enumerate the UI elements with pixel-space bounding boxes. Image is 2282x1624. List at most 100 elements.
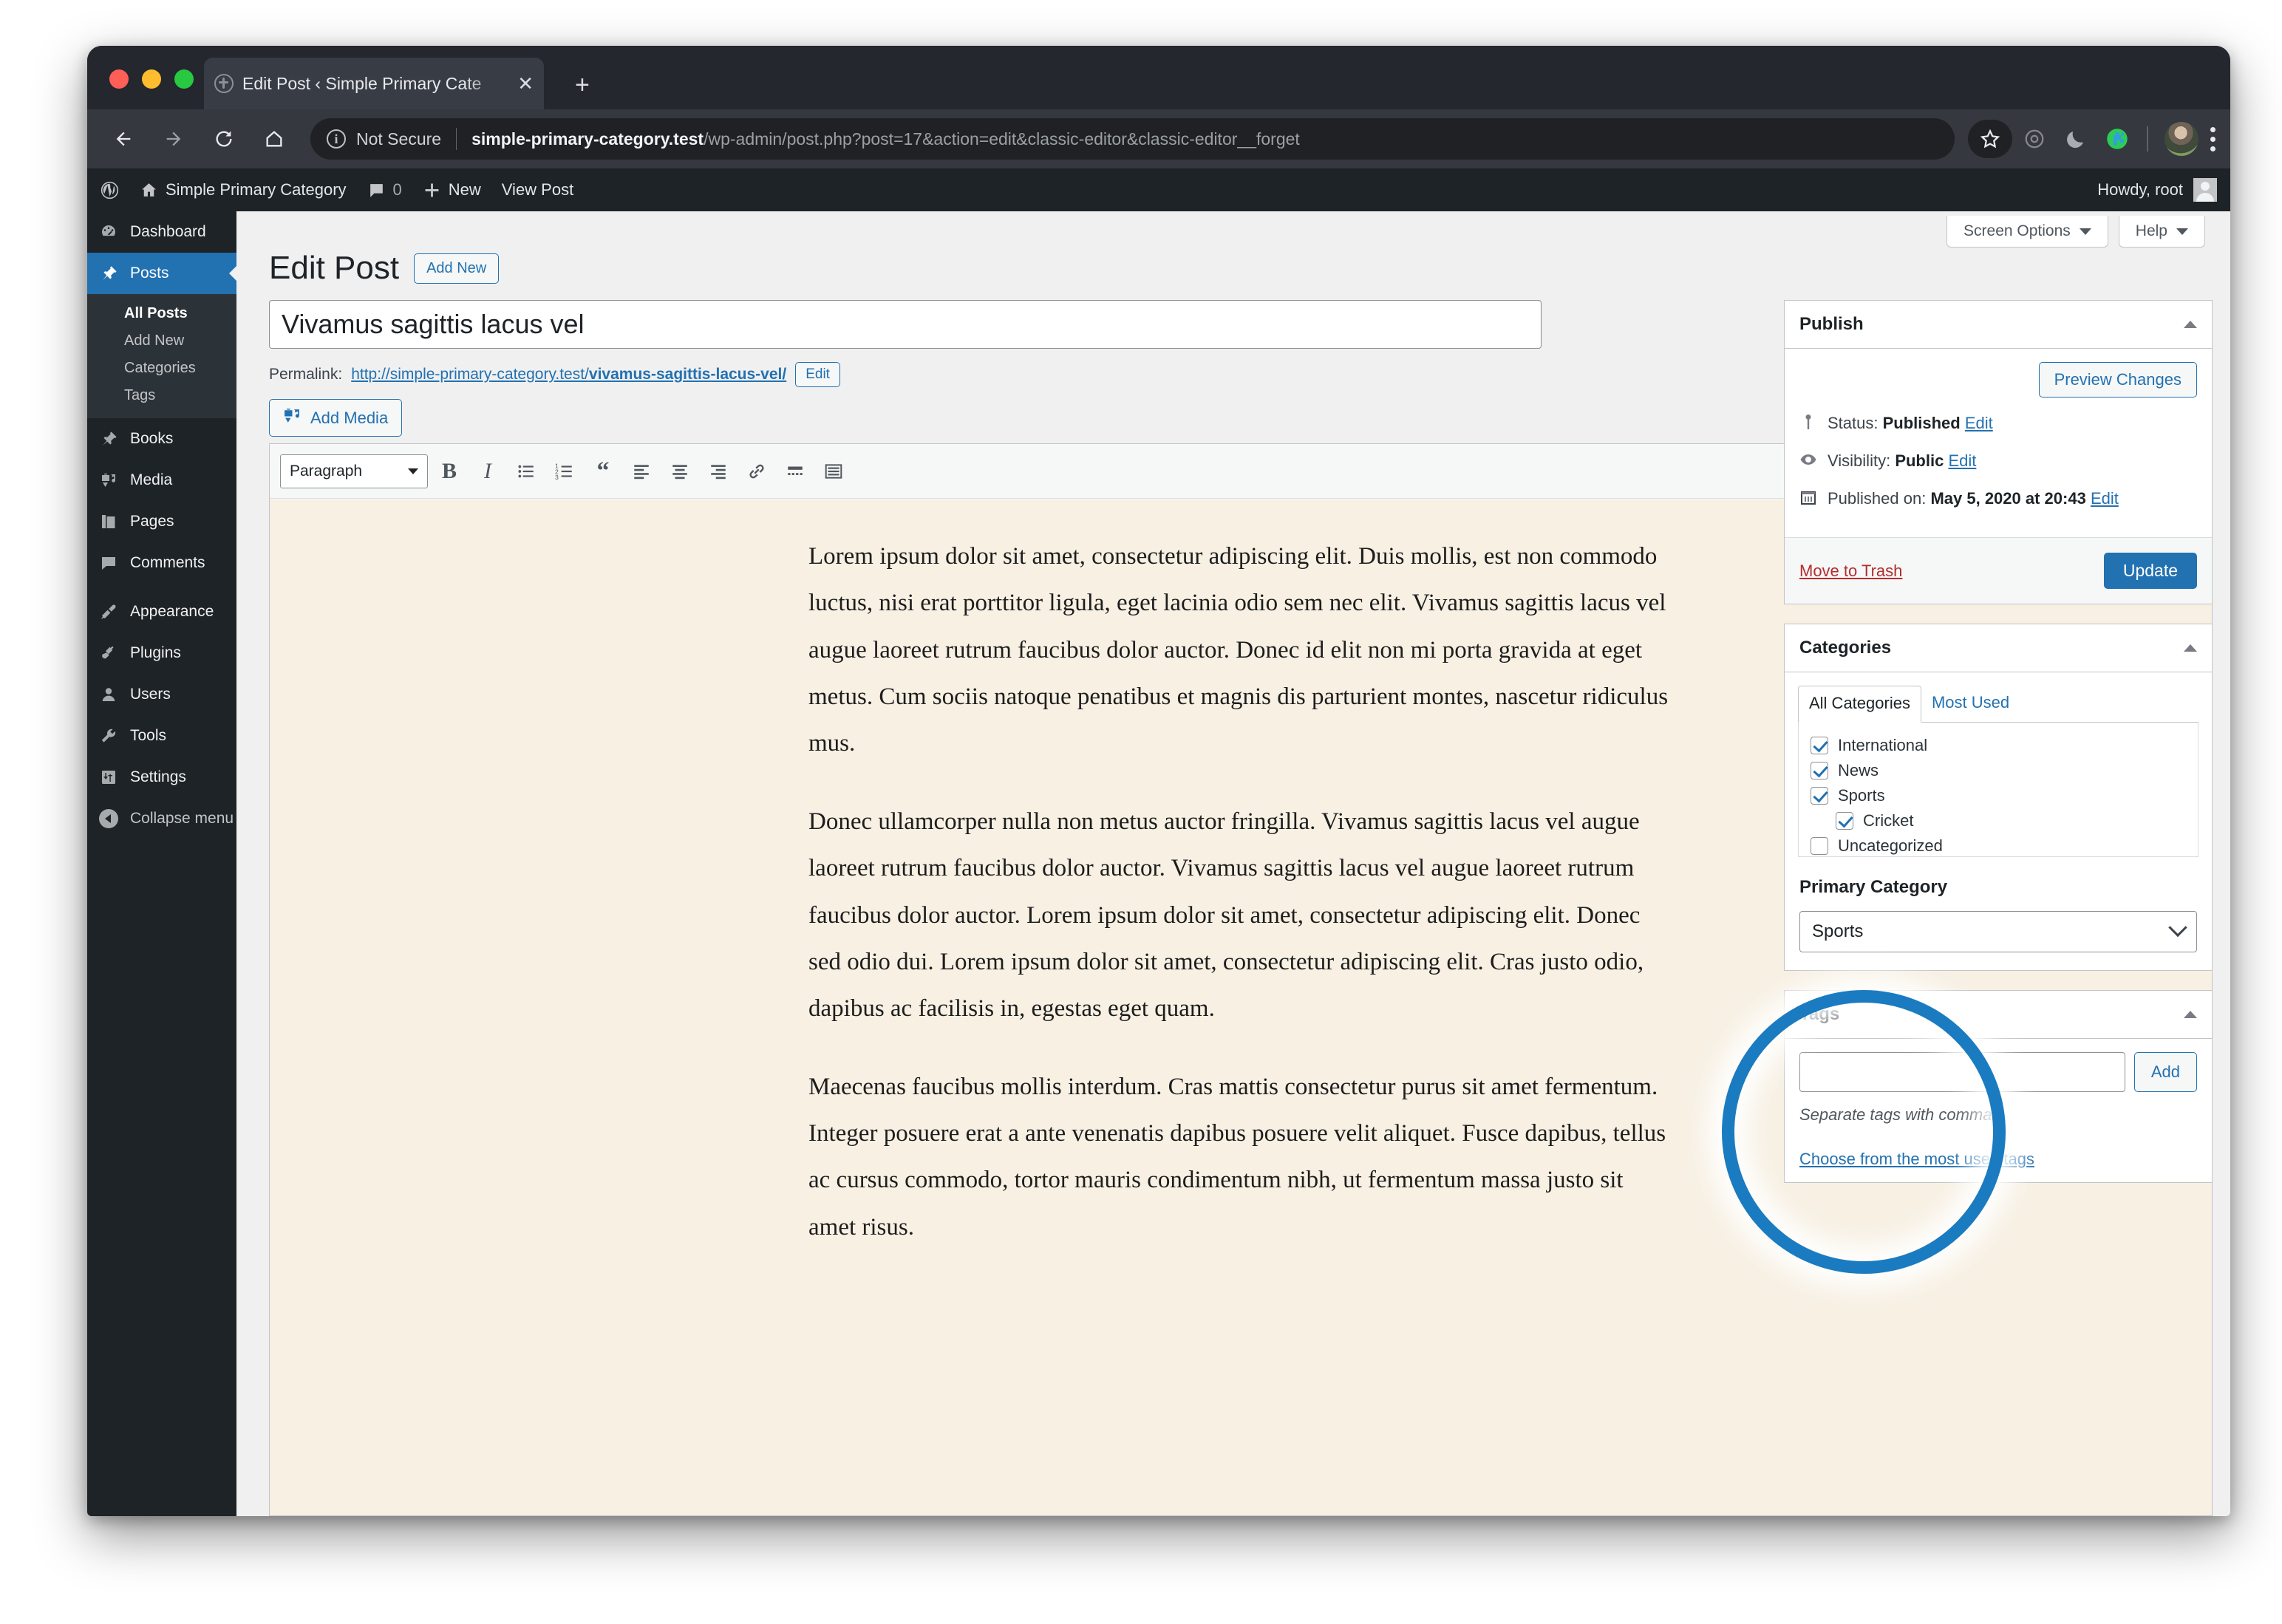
- sidebar-item-label: Books: [130, 430, 174, 447]
- update-button[interactable]: Update: [2103, 553, 2197, 589]
- align-center-icon[interactable]: [663, 454, 697, 488]
- tab-most-used[interactable]: Most Used: [1921, 686, 2020, 722]
- tags-box: Tags Add Separate tags with commas Choos…: [1784, 990, 2213, 1183]
- sidebar-item-posts[interactable]: Posts: [87, 253, 236, 294]
- close-icon[interactable]: ✕: [517, 74, 534, 93]
- window-maximize-button[interactable]: [174, 69, 194, 89]
- categories-box-header[interactable]: Categories: [1785, 624, 2212, 672]
- category-row[interactable]: International: [1811, 733, 2186, 758]
- site-name-menu[interactable]: Simple Primary Category: [129, 168, 357, 211]
- sidebar-item-comments[interactable]: Comments: [87, 542, 236, 584]
- sidebar-item-users[interactable]: Users: [87, 674, 236, 715]
- edit-published-link[interactable]: Edit: [2091, 489, 2119, 508]
- checkbox-uncategorized[interactable]: [1811, 837, 1828, 855]
- browser-tab[interactable]: Edit Post ‹ Simple Primary Cate ✕: [204, 58, 544, 109]
- checkbox-news[interactable]: [1811, 762, 1828, 779]
- category-row[interactable]: News: [1811, 758, 2186, 783]
- italic-icon[interactable]: I: [471, 454, 505, 488]
- divider: [456, 128, 457, 150]
- category-row[interactable]: Uncategorized: [1811, 833, 2186, 856]
- add-new-post-button[interactable]: Add New: [414, 253, 500, 284]
- sidebar-item-dashboard[interactable]: Dashboard: [87, 211, 236, 253]
- most-used-tags-link[interactable]: Choose from the most used tags: [1799, 1150, 2197, 1169]
- dark-mode-moon-icon[interactable]: [2057, 120, 2095, 158]
- new-content-menu[interactable]: New: [412, 168, 491, 211]
- category-row[interactable]: Cricket: [1811, 808, 2186, 833]
- address-bar[interactable]: i Not Secure simple-primary-category.tes…: [310, 118, 1955, 160]
- site-info-icon[interactable]: i: [327, 129, 346, 149]
- bold-icon[interactable]: B: [432, 454, 466, 488]
- tab-all-categories[interactable]: All Categories: [1798, 686, 1921, 723]
- paragraph-format-select[interactable]: Paragraph: [280, 454, 428, 488]
- chevron-up-icon[interactable]: [2184, 321, 2197, 328]
- window-close-button[interactable]: [109, 69, 129, 89]
- back-icon[interactable]: [103, 119, 143, 159]
- permalink-row: Permalink: http://simple-primary-categor…: [269, 362, 840, 387]
- category-label: News: [1838, 761, 1879, 779]
- help-button[interactable]: Help: [2118, 216, 2205, 248]
- preview-changes-button[interactable]: Preview Changes: [2038, 362, 2197, 398]
- sidebar-item-categories[interactable]: Categories: [87, 355, 236, 382]
- read-more-icon[interactable]: [778, 454, 812, 488]
- visibility-value: Public: [1895, 451, 1944, 470]
- post-title-input[interactable]: Vivamus sagittis lacus vel: [269, 300, 1542, 349]
- category-label: Cricket: [1863, 811, 1914, 830]
- add-tag-button[interactable]: Add: [2133, 1052, 2197, 1092]
- post-sidebar-column: Publish Preview Changes Status: Publishe…: [1784, 300, 2213, 1202]
- sidebar-item-settings[interactable]: Settings: [87, 757, 236, 798]
- numbered-list-icon[interactable]: 123: [548, 454, 582, 488]
- permalink-link[interactable]: http://simple-primary-category.test/viva…: [351, 366, 786, 383]
- sidebar-item-books[interactable]: Books: [87, 418, 236, 460]
- insert-link-icon[interactable]: [740, 454, 774, 488]
- edit-status-link[interactable]: Edit: [1965, 414, 1993, 432]
- sidebar-item-plugins[interactable]: Plugins: [87, 632, 236, 674]
- view-post-link[interactable]: View Post: [491, 168, 584, 211]
- account-menu[interactable]: Howdy, root: [2097, 168, 2217, 211]
- at-mention-icon[interactable]: [2015, 120, 2054, 158]
- wordpress-admin: Simple Primary Category 0 New View Post …: [87, 168, 2230, 1516]
- browser-menu-icon[interactable]: [2210, 126, 2215, 151]
- categories-checklist[interactable]: International News Sports Cricket Uncate…: [1798, 723, 2198, 857]
- bookmark-star-icon[interactable]: [1968, 120, 2012, 158]
- add-media-button[interactable]: Add Media: [269, 399, 403, 437]
- move-to-trash-link[interactable]: Move to Trash: [1799, 562, 1902, 581]
- browser-profile-avatar[interactable]: [2165, 122, 2198, 156]
- sidebar-item-pages[interactable]: Pages: [87, 501, 236, 542]
- forward-icon[interactable]: [154, 119, 194, 159]
- new-tab-button[interactable]: +: [575, 72, 590, 98]
- primary-category-select[interactable]: Sports: [1799, 911, 2197, 952]
- screen-options-button[interactable]: Screen Options: [1946, 216, 2108, 248]
- reload-icon[interactable]: [204, 119, 244, 159]
- browser-window: Edit Post ‹ Simple Primary Cate ✕ + i No…: [87, 46, 2230, 1516]
- checkbox-sports[interactable]: [1811, 787, 1828, 805]
- blockquote-icon[interactable]: “: [586, 454, 620, 488]
- tags-box-header[interactable]: Tags: [1785, 991, 2212, 1039]
- sidebar-item-tools[interactable]: Tools: [87, 715, 236, 757]
- sidebar-item-media[interactable]: Media: [87, 460, 236, 501]
- checkbox-cricket[interactable]: [1836, 812, 1853, 830]
- wp-logo-menu[interactable]: [87, 168, 129, 211]
- sidebar-item-appearance[interactable]: Appearance: [87, 591, 236, 632]
- sidebar-item-tags[interactable]: Tags: [87, 382, 236, 409]
- edit-permalink-button[interactable]: Edit: [795, 362, 840, 387]
- comments-menu[interactable]: 0: [357, 168, 412, 211]
- chevron-up-icon[interactable]: [2184, 1011, 2197, 1018]
- edit-visibility-link[interactable]: Edit: [1948, 451, 1976, 470]
- toolbar-toggle-icon[interactable]: [817, 454, 851, 488]
- category-row[interactable]: Sports: [1811, 783, 2186, 808]
- tag-input[interactable]: [1799, 1052, 2125, 1092]
- sidebar-item-add-new[interactable]: Add New: [87, 327, 236, 355]
- extensions-puzzle-icon[interactable]: [2098, 120, 2136, 158]
- sidebar-item-all-posts[interactable]: All Posts: [87, 300, 236, 327]
- bulleted-list-icon[interactable]: [509, 454, 543, 488]
- publish-box-header[interactable]: Publish: [1785, 301, 2212, 349]
- align-left-icon[interactable]: [624, 454, 658, 488]
- sidebar-item-collapse-menu[interactable]: Collapse menu: [87, 798, 236, 839]
- checkbox-international[interactable]: [1811, 737, 1828, 754]
- home-icon[interactable]: [254, 119, 294, 159]
- window-minimize-button[interactable]: [142, 69, 161, 89]
- chevron-up-icon[interactable]: [2184, 644, 2197, 652]
- align-right-icon[interactable]: [701, 454, 735, 488]
- page-scrollbar[interactable]: [2214, 254, 2230, 1516]
- page-title: Edit Post: [269, 250, 400, 286]
